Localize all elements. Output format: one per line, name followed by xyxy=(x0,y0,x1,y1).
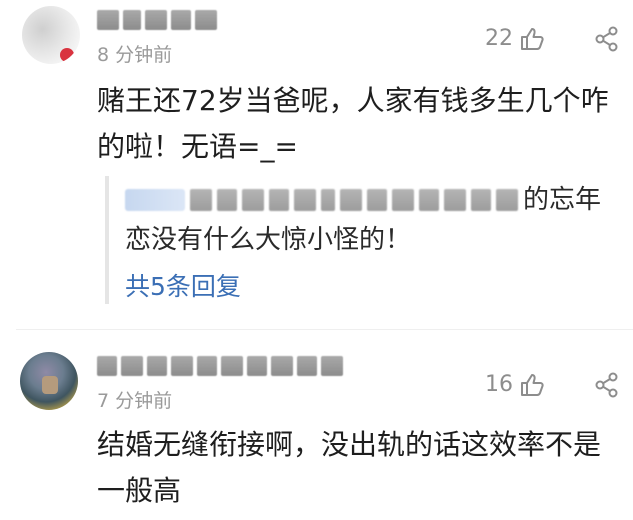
thumbs-up-icon xyxy=(521,28,544,50)
reply-line: 的忘年 xyxy=(125,184,601,216)
reply-author-blurred[interactable] xyxy=(125,189,185,211)
like-button[interactable]: 22 xyxy=(485,26,545,52)
share-icon[interactable] xyxy=(594,26,620,52)
comment-time: 7 分钟前 xyxy=(97,390,173,412)
comment-feed: 8 分钟前 22 赌王还72岁当爸呢，人家有钱多生几个咋 的啦！无语=_= 的忘… xyxy=(0,0,633,520)
comment-item: 8 分钟前 22 赌王还72岁当爸呢，人家有钱多生几个咋 的啦！无语=_= 的忘… xyxy=(0,0,633,330)
like-button[interactable]: 16 xyxy=(485,372,545,398)
comment-item: 7 分钟前 16 结婚无缝衔接啊，没出轨的话这效率不是 一般高 xyxy=(0,330,633,520)
avatar[interactable] xyxy=(22,6,80,64)
reply-text-tail: 的忘年 xyxy=(523,185,602,215)
avatar[interactable] xyxy=(20,352,78,410)
username-blurred[interactable] xyxy=(97,356,343,378)
comment-text-line: 一般高 xyxy=(97,474,182,507)
comment-time: 8 分钟前 xyxy=(97,44,173,66)
avatar-badge xyxy=(60,48,74,62)
comment-text-line: 的啦！无语=_= xyxy=(97,130,298,163)
view-replies-link[interactable]: 共5条回复 xyxy=(125,272,241,302)
like-count: 22 xyxy=(485,26,513,51)
like-count: 16 xyxy=(485,372,513,397)
reply-text: 恋没有什么大惊小怪的！ xyxy=(125,225,412,255)
username-blurred[interactable] xyxy=(97,10,217,32)
comment-text-line: 结婚无缝衔接啊，没出轨的话这效率不是 xyxy=(97,428,602,461)
share-icon[interactable] xyxy=(594,372,620,398)
comment-text-line: 赌王还72岁当爸呢，人家有钱多生几个咋 xyxy=(97,84,609,117)
thumbs-up-icon xyxy=(521,374,544,396)
reply-preview[interactable]: 的忘年 恋没有什么大惊小怪的！ 共5条回复 xyxy=(105,176,609,304)
